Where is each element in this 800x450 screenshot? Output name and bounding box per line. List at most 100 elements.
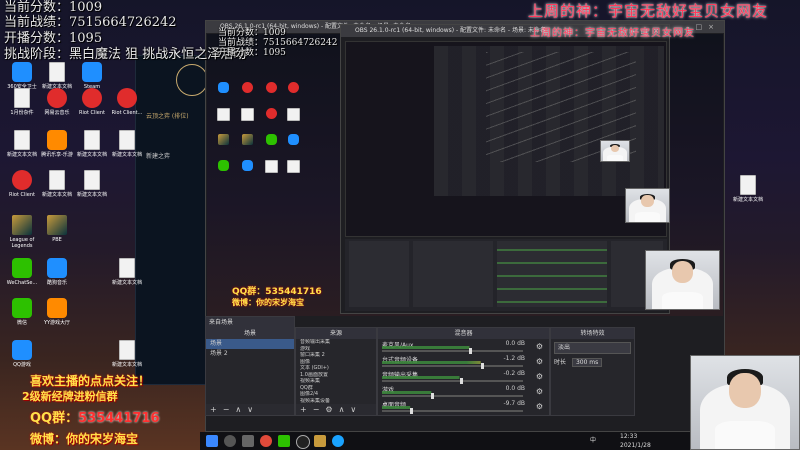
desktop-icon[interactable]: 新建文本文档 <box>37 62 77 90</box>
scene-item[interactable]: 场景 <box>206 339 294 349</box>
desktop-icon[interactable]: 360安全卫士 <box>2 62 42 90</box>
desktop-icon[interactable]: League of Legends <box>2 215 42 249</box>
desktop-icon[interactable]: QQ游戏 <box>2 340 42 368</box>
app-icon <box>47 258 67 278</box>
ime-indicator[interactable]: 中 <box>590 432 596 450</box>
document-icon <box>286 108 300 121</box>
desktop-icon[interactable]: 新建文本文档 <box>72 130 112 158</box>
app-icon <box>287 82 299 93</box>
document-icon <box>84 170 100 190</box>
qq-label: QQ群： <box>30 411 79 426</box>
wechat-icon <box>12 298 32 318</box>
volume-slider[interactable] <box>382 348 523 354</box>
desktop-icon[interactable]: 新建文本文档 <box>107 340 147 368</box>
gear-icon[interactable]: ⚙ <box>536 402 543 411</box>
desktop-icon[interactable]: Riot Client... <box>107 88 147 116</box>
app-icon <box>117 88 137 108</box>
inner-desktop-icon <box>260 108 282 121</box>
desktop-icon[interactable]: Riot Client <box>2 170 42 198</box>
desktop-icon[interactable]: 新建文本文档 <box>107 258 147 286</box>
desktop-icon[interactable]: 新建文本文档 <box>72 170 112 198</box>
desktop-icon[interactable]: Riot Client <box>72 88 112 116</box>
desktop-icon-label: Riot Client... <box>111 110 143 116</box>
chrome-icon[interactable] <box>260 435 272 447</box>
webcam-small-1 <box>600 140 630 162</box>
document-icon <box>240 108 254 121</box>
volume-slider[interactable] <box>382 393 523 399</box>
scene-item[interactable]: 场景 2 <box>206 349 294 359</box>
desktop-icon[interactable]: 微信 <box>2 298 42 326</box>
obs-icon[interactable] <box>296 435 310 449</box>
gear-icon[interactable]: ⚙ <box>536 342 543 351</box>
inner-promo-weibo: 微博：你的宋岁海宝 <box>232 298 304 307</box>
desktop-icon[interactable]: PBE <box>37 215 77 243</box>
inner-score-start: 开播分数：1095 <box>218 48 286 58</box>
wechat-icon[interactable] <box>278 435 290 447</box>
app-icon <box>12 340 32 360</box>
desktop-icon-right[interactable]: 新建文本文档 <box>728 175 768 203</box>
desktop-icon[interactable]: YY游戏大厅 <box>37 298 77 326</box>
desktop-icon[interactable]: 新建文本文档 <box>37 170 77 198</box>
lol-taskbar-icon[interactable] <box>314 435 326 447</box>
app-icon <box>217 82 229 93</box>
mixer-channel-db: -1.2 dB <box>503 355 525 362</box>
promo-follow: 喜欢主播的点点关注！ <box>30 374 151 388</box>
clock-time[interactable]: 12:33 <box>620 432 637 441</box>
lol-logo-icon <box>176 64 208 96</box>
transitions-panel: 转场特效 淡出 时长 300 ms <box>550 327 635 416</box>
inner-desktop-icon <box>260 134 282 147</box>
desktop-icon[interactable]: 腾讯乐享-乐游 <box>37 130 77 158</box>
document-icon <box>216 108 230 121</box>
desktop-icon[interactable]: 网易云音乐 <box>37 88 77 116</box>
gear-icon[interactable]: ⚙ <box>536 357 543 366</box>
app-icon <box>47 130 67 150</box>
lol-client-title: 云顶之弈 (排位) <box>146 113 189 120</box>
desktop-icon-label: League of Legends <box>9 237 35 249</box>
volume-slider[interactable] <box>382 363 523 369</box>
volume-meter <box>382 361 481 364</box>
league-icon <box>47 215 67 235</box>
search-icon[interactable] <box>224 435 236 447</box>
duration-input[interactable]: 300 ms <box>571 358 603 367</box>
document-icon <box>49 62 65 82</box>
transition-select[interactable]: 淡出 <box>554 342 631 354</box>
document-icon <box>119 340 135 360</box>
app-icon <box>241 82 253 93</box>
scenes-header: 场景 <box>206 328 294 339</box>
clock-date[interactable]: 2021/1/28 <box>620 441 651 450</box>
mixer-channel: 麦克风/Aux 0.0 dB ⚙ <box>378 339 549 354</box>
task-view-icon[interactable] <box>242 435 254 447</box>
desktop-icon[interactable]: WeChatSe... <box>2 258 42 286</box>
volume-slider-knob[interactable] <box>410 408 414 414</box>
transitions-header: 转场特效 <box>551 328 634 339</box>
inner-score-current: 当前分数：1009 <box>218 28 286 38</box>
app-icon <box>82 88 102 108</box>
volume-slider[interactable] <box>382 408 523 414</box>
desktop-icon[interactable]: 新建文本文档 <box>107 130 147 158</box>
lol-tab[interactable]: 新建之弈 <box>146 151 170 160</box>
desktop-icon[interactable]: 酷狗音乐 <box>37 258 77 286</box>
desktop-icon-label: WeChatSe... <box>6 280 38 286</box>
scenes-buttons[interactable]: +−∧∨ <box>206 404 294 415</box>
mixer-channel-db: -0.2 dB <box>503 370 525 377</box>
webcam-main <box>690 355 800 450</box>
gear-icon[interactable]: ⚙ <box>536 372 543 381</box>
sources-buttons[interactable]: +−⚙∧∨ <box>296 404 376 415</box>
document-icon <box>119 130 135 150</box>
desktop-icon-label: 新建文本文档 <box>732 197 763 203</box>
desktop-icon[interactable]: 1月份杂件 <box>2 88 42 116</box>
gear-icon[interactable]: ⚙ <box>536 387 543 396</box>
inner-banner: 上周的神：宇宙无敌好宝贝女网友 <box>530 28 695 39</box>
desktop-icon[interactable]: 新建文本文档 <box>2 130 42 158</box>
obs-inner-dock <box>345 239 667 311</box>
inner-scenes <box>349 241 409 307</box>
qq-icon[interactable] <box>332 435 344 447</box>
desktop-icon[interactable]: Steam <box>72 62 112 90</box>
desktop-icon-label: 新建文本文档 <box>6 152 37 158</box>
wechat-icon <box>265 134 277 145</box>
inner-desktop-icon <box>260 82 282 95</box>
sources-panel: 来源 音频输出采集 游戏 窗口采集 2 图像 文本 (GDI+) 1.0画面放置 视频采集 Q… <box>295 327 377 416</box>
qq-number: 535441716 <box>78 411 160 426</box>
windows-start-icon[interactable] <box>206 435 218 447</box>
volume-slider[interactable] <box>382 378 523 384</box>
